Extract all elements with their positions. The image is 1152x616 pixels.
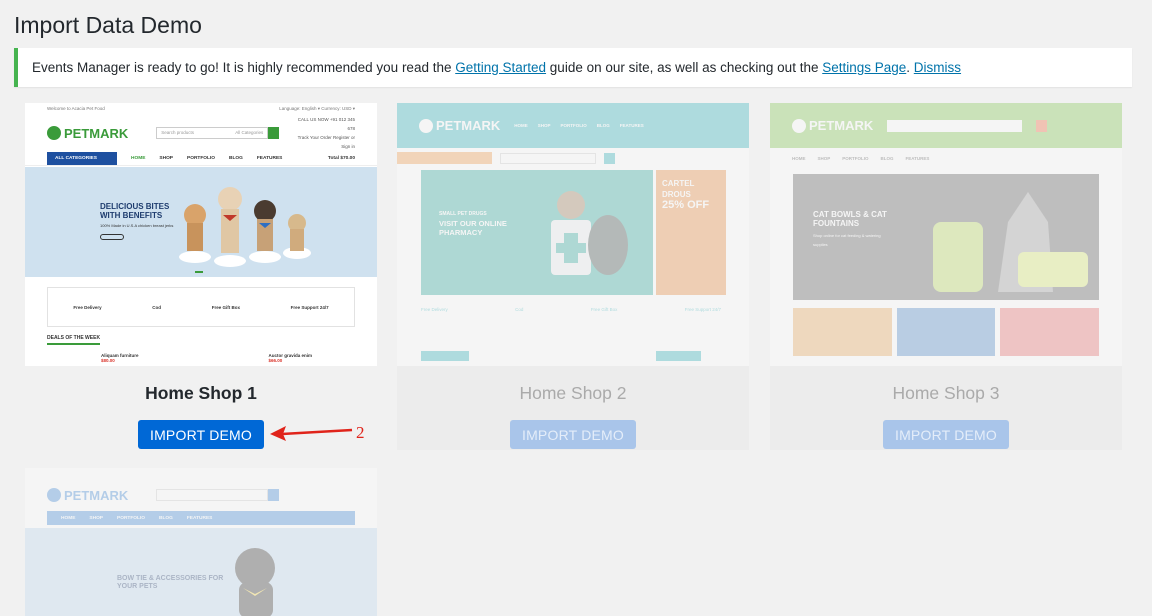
preview-header: PETMARK HOME SHOP PORTFOLIO BLOG FEATURES <box>397 103 749 148</box>
demo-name: Home Shop 1 <box>145 383 257 403</box>
cat-fountain-image <box>933 192 1088 292</box>
preview-lang: Language: English ▾ Currency: USD ▾ <box>279 106 355 111</box>
petmark-logo: PETMARK <box>47 488 128 503</box>
preview-features: Free Delivery Cod Free Gift Box Free Suppor… <box>421 307 721 312</box>
logo-text: PETMARK <box>64 125 129 141</box>
admin-notice: Events Manager is ready to go! It is hig… <box>14 48 1132 87</box>
search-icon <box>268 127 280 139</box>
preview-welcome: Welcome to Acacia Pet Food <box>47 106 105 111</box>
hero-text: DELICIOUS BITES WITH BENEFITS 100% Made … <box>100 202 173 240</box>
preview-hero: DELICIOUS BITES WITH BENEFITS 100% Made … <box>25 167 377 277</box>
preview-header: PETMARK Search products All Categories CA… <box>25 114 377 152</box>
preview-nav-home: HOME <box>131 156 146 161</box>
pharmacy-image <box>551 191 628 275</box>
demo-preview-2[interactable]: PETMARK HOME SHOP PORTFOLIO BLOG FEATURES SM… <box>397 103 749 366</box>
dogs-image <box>179 187 311 267</box>
page-title: Import Data Demo <box>14 12 202 38</box>
preview-header: PETMARK <box>25 479 377 511</box>
demo-caption-3: Home Shop 3 IMPORT DEMO <box>770 366 1122 450</box>
preview-nav: HOME SHOP PORTFOLIO BLOG FEATURES <box>47 511 355 525</box>
paw-icon <box>47 126 61 140</box>
preview-nav-features: FEATURES <box>256 156 283 161</box>
paw-icon <box>792 118 806 133</box>
getting-started-link[interactable]: Getting Started <box>455 60 546 75</box>
dismiss-link[interactable]: Dismiss <box>914 60 961 75</box>
preview-features: Free Delivery Cod Free Gift Box Free Sup… <box>47 287 355 327</box>
demo-name: Home Shop 3 <box>892 383 1000 403</box>
demo-caption-2: Home Shop 2 IMPORT DEMO <box>397 366 749 450</box>
demo-preview-4[interactable]: PETMARK HOME SHOP PORTFOLIO BLOG FEATURES BO… <box>25 468 377 616</box>
import-demo-button[interactable]: IMPORT DEMO <box>510 420 636 449</box>
preview-nav: ALL CATEGORIES HOME SHOP PORTFOLIO BLOG … <box>25 152 377 166</box>
preview-deals: DEALS OF THE WEEK Aliquam furniture $80.0… <box>47 335 313 363</box>
preview-topbar <box>25 468 377 479</box>
petmark-logo: PETMARK <box>792 118 873 133</box>
preview-search: Search products All Categories <box>156 127 269 139</box>
demo-preview-3[interactable]: PETMARK HOME SHOP PORTFOLIO BLOG FEATURES CA… <box>770 103 1122 366</box>
notice-text-3: . <box>906 60 914 75</box>
demo-preview-1[interactable]: Welcome to Acacia Pet Food Language: Eng… <box>25 103 377 366</box>
notice-text-2: guide on our site, as well as checking o… <box>546 60 823 75</box>
paw-icon <box>419 118 433 133</box>
preview-contact: CALL US NOW +91 012 345 678 Track Your Or… <box>297 117 355 149</box>
preview-nav-blog: BLOG <box>229 156 243 161</box>
annotation-step-number: 2 <box>356 423 365 442</box>
notice-text-1: Events Manager is ready to go! It is hig… <box>32 60 456 75</box>
import-demo-button[interactable]: IMPORT DEMO <box>138 420 264 449</box>
settings-page-link[interactable]: Settings Page <box>822 60 906 75</box>
demo-name: Home Shop 2 <box>519 383 627 403</box>
import-demo-button[interactable]: IMPORT DEMO <box>883 420 1009 449</box>
pug-image <box>235 548 275 616</box>
preview-cart: Total $70.00 <box>327 156 355 161</box>
preview-nav-portfolio: PORTFOLIO <box>187 156 215 161</box>
preview-hero: BOW TIE & ACCESSORIES FOR YOUR PETS <box>25 528 377 616</box>
preview-topbar: Welcome to Acacia Pet Food Language: Eng… <box>25 103 377 114</box>
preview-hero: SMALL PET DRUGS VISIT OUR ONLINE PHARMAC… <box>421 170 653 295</box>
paw-icon <box>47 488 61 502</box>
petmark-logo: PETMARK <box>419 118 500 133</box>
preview-nav: HOME SHOP PORTFOLIO BLOG FEATURES <box>514 123 644 128</box>
preview-nav-shop: SHOP <box>159 156 174 161</box>
preview-header: PETMARK <box>770 103 1122 148</box>
preview-all-categories: ALL CATEGORIES <box>47 152 117 165</box>
petmark-logo: PETMARK <box>47 126 128 141</box>
arrow-annotation-icon <box>270 426 353 441</box>
preview-nav: HOME SHOP PORTFOLIO BLOG FEATURES <box>792 156 930 161</box>
preview-hero: CAT BOWLS & CAT FOUNTAINS Shop online fo… <box>793 174 1099 300</box>
